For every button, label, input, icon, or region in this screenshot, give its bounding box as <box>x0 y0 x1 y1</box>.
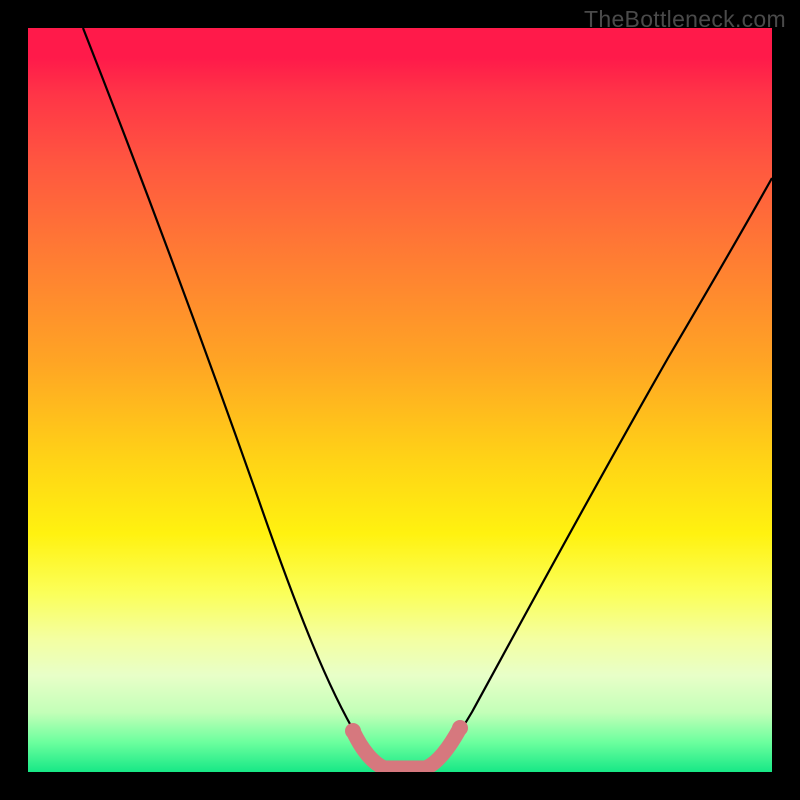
watermark-text: TheBottleneck.com <box>584 6 786 33</box>
curve-layer <box>28 28 772 772</box>
bottleneck-curve <box>83 28 772 768</box>
plot-area <box>28 28 772 772</box>
optimal-zone-dot <box>345 723 361 739</box>
chart-frame: TheBottleneck.com <box>0 0 800 800</box>
optimal-zone-highlight <box>353 728 460 768</box>
optimal-zone-dot <box>452 720 468 736</box>
